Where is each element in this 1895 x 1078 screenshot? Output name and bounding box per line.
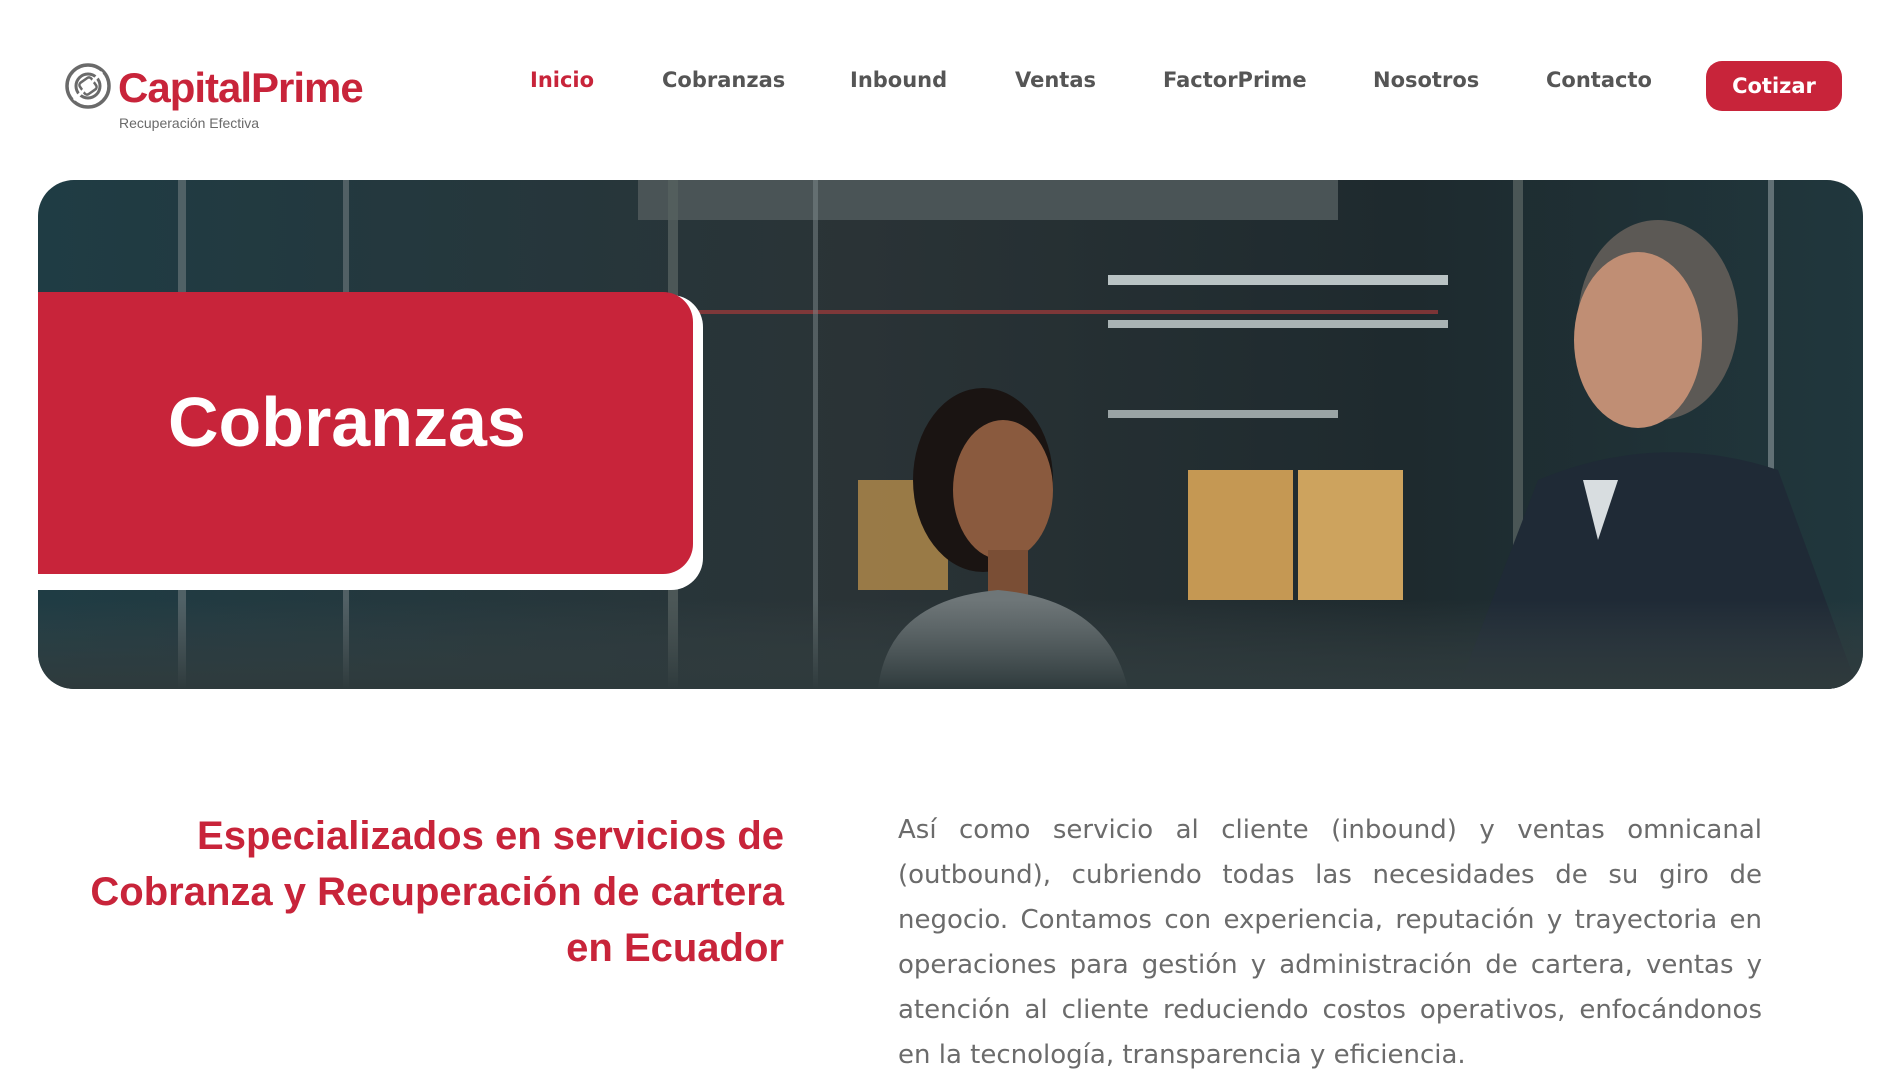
hero-title: Cobranzas [168,383,526,461]
nav-item-inbound[interactable]: Inbound [850,68,947,92]
nav-item-inicio[interactable]: Inicio [530,68,594,92]
intro-body: Así como servicio al cliente (inbound) y… [898,815,1762,1070]
brand-tagline: Recuperación Efectiva [119,115,260,131]
site-header: CapitalPrime Recuperación Efectiva Inici… [0,0,1895,175]
cotizar-button[interactable]: Cotizar [1706,61,1842,111]
hero-title-card: Cobranzas [38,292,693,574]
nav-item-nosotros[interactable]: Nosotros [1373,68,1479,92]
intro-headline: Especializados en servicios de Cobranza … [90,814,784,970]
nav-item-factorprime[interactable]: FactorPrime [1163,68,1307,92]
nav-item-cobranzas[interactable]: Cobranzas [662,68,785,92]
hero-banner: Cobranzas [38,180,1863,689]
nav-item-contacto[interactable]: Contacto [1546,68,1652,92]
main-nav: Inicio Cobranzas Inbound Ventas FactorPr… [0,68,1895,108]
nav-item-ventas[interactable]: Ventas [1015,68,1096,92]
